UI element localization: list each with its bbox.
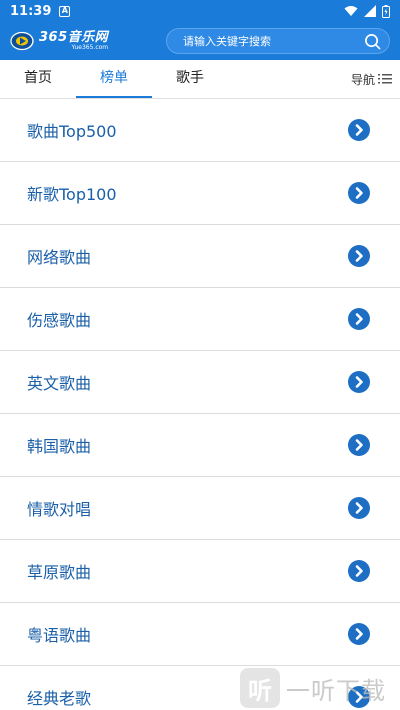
chevron-right-icon [348, 560, 370, 582]
wifi-icon [344, 6, 358, 16]
list-item-label: 草原歌曲 [27, 563, 92, 582]
list-menu-icon [378, 74, 392, 84]
music-disc-logo-icon [10, 31, 34, 51]
search-input[interactable]: 请输入关键字搜索 [166, 28, 390, 54]
list-item[interactable]: 伤感歌曲 [0, 288, 400, 351]
chevron-right-icon [348, 308, 370, 330]
list-item[interactable]: 韩国歌曲 [0, 414, 400, 477]
tab-charts[interactable]: 榜单 [76, 60, 152, 98]
list-item[interactable]: 网络歌曲 [0, 225, 400, 288]
list-item-label: 新歌Top100 [27, 185, 117, 204]
list-item-label: 韩国歌曲 [27, 437, 92, 456]
status-time: 11:39 [10, 3, 52, 19]
list-item-label: 网络歌曲 [27, 248, 92, 267]
status-icons [344, 4, 390, 18]
list-item-label: 粤语歌曲 [27, 626, 92, 645]
chevron-right-icon [348, 119, 370, 141]
list-item-label: 伤感歌曲 [27, 311, 92, 330]
status-bar: 11:39 A [0, 0, 400, 22]
list-item-label: 歌曲Top500 [27, 122, 117, 141]
chevron-right-icon [348, 434, 370, 456]
search-placeholder: 请输入关键字搜索 [183, 35, 271, 48]
logo-text: 365音乐网 Yue365.com [39, 31, 108, 51]
app-logo[interactable]: 365音乐网 Yue365.com [10, 31, 108, 51]
list-item[interactable]: 歌曲Top500 [0, 99, 400, 162]
notification-a-icon: A [59, 5, 71, 17]
chart-list: 歌曲Top500 新歌Top100 网络歌曲 伤感歌曲 英文歌曲 韩国歌曲 情歌… [0, 99, 400, 710]
search-icon[interactable] [364, 33, 381, 50]
signal-icon [364, 5, 376, 17]
tab-singers[interactable]: 歌手 [152, 60, 228, 98]
watermark: 听 一听下载 [240, 666, 400, 710]
list-item[interactable]: 英文歌曲 [0, 351, 400, 414]
battery-icon [382, 4, 390, 18]
list-item[interactable]: 情歌对唱 [0, 477, 400, 540]
tab-home[interactable]: 首页 [0, 60, 76, 98]
nav-menu-label: 导航 [350, 72, 375, 87]
list-item-label: 情歌对唱 [27, 500, 92, 519]
list-item[interactable]: 新歌Top100 [0, 162, 400, 225]
chevron-right-icon [348, 497, 370, 519]
logo-url: Yue365.com [71, 44, 109, 51]
watermark-text: 一听下载 [286, 676, 386, 705]
watermark-logo: 听 [240, 668, 280, 708]
chevron-right-icon [348, 245, 370, 267]
logo-name: 365音乐网 [39, 30, 109, 45]
list-item[interactable]: 粤语歌曲 [0, 603, 400, 666]
chevron-right-icon [348, 623, 370, 645]
nav-menu-button[interactable]: 导航 [351, 60, 392, 98]
list-item-label: 英文歌曲 [27, 374, 92, 393]
app-header: 365音乐网 Yue365.com 请输入关键字搜索 [0, 22, 400, 60]
list-item[interactable]: 草原歌曲 [0, 540, 400, 603]
chevron-right-icon [348, 371, 370, 393]
tab-bar: 首页 榜单 歌手 导航 [0, 60, 400, 99]
chevron-right-icon [348, 182, 370, 204]
